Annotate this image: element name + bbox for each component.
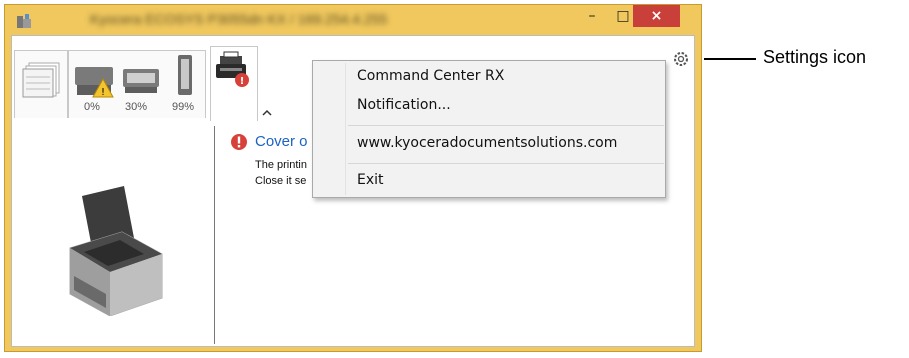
settings-context-menu: Command Center RX Notification... www.ky… [312, 60, 666, 198]
menu-separator [348, 163, 664, 164]
tab-status[interactable]: ! [210, 46, 258, 121]
panel-divider [214, 126, 215, 344]
toner-level-2: 99% [172, 101, 195, 113]
app-icon [17, 14, 31, 28]
menu-gutter [345, 63, 346, 195]
status-line-1: The printin [255, 159, 307, 171]
callout-line [704, 58, 756, 60]
collapse-chevron-icon[interactable] [262, 109, 272, 117]
svg-text:!: ! [101, 87, 105, 98]
printer-illustration [69, 186, 163, 316]
paper-stack-icon [22, 62, 60, 98]
settings-callout-label: Settings icon [763, 47, 867, 67]
toner-warning-icon: ! [75, 67, 114, 98]
status-line-2: Close it se [255, 175, 307, 187]
printer-alert-icon: ! [216, 51, 249, 87]
menu-item-notification[interactable]: Notification... [357, 97, 451, 113]
alert-icon [231, 134, 247, 150]
status-title: Cover o [255, 133, 308, 150]
tab-toner[interactable]: ! 0% 30% 99% [68, 50, 206, 118]
toner-tall-icon [178, 55, 192, 95]
toner-level-0: 0% [84, 101, 100, 113]
menu-item-website[interactable]: www.kyoceradocumentsolutions.com [357, 135, 617, 151]
menu-separator [348, 125, 664, 126]
tab-paper[interactable] [14, 50, 68, 118]
window-title: Kyocera ECOSYS P3055dn KX / 169.254.4.25… [90, 11, 388, 27]
toner-icon [123, 69, 159, 93]
minimize-button[interactable]: – [577, 5, 607, 27]
toner-level-1: 30% [125, 101, 148, 113]
gear-icon[interactable] [672, 50, 690, 68]
title-bar[interactable]: Kyocera ECOSYS P3055dn KX / 169.254.4.25… [5, 5, 701, 35]
menu-item-command-center[interactable]: Command Center RX [357, 68, 504, 84]
svg-text:!: ! [240, 76, 245, 87]
menu-item-exit[interactable]: Exit [357, 172, 384, 188]
close-button[interactable]: × [633, 5, 680, 27]
